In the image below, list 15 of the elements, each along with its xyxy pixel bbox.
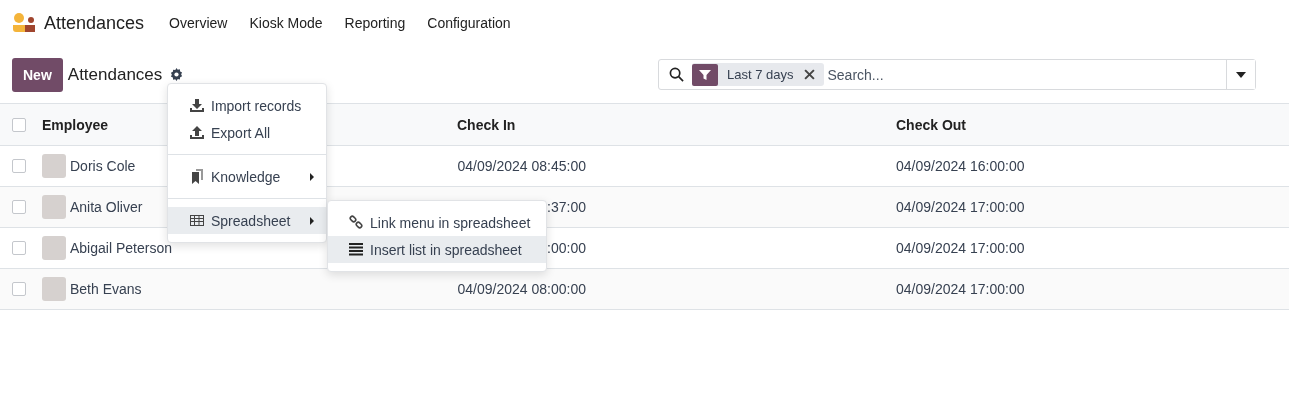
table-cell: 04/09/2024 16:00:00 xyxy=(896,158,1025,174)
table-cell: 04/09/2024 08:45:00 xyxy=(457,158,586,174)
table-cell: 04/09/2024 17:00:00 xyxy=(896,281,1025,297)
breadcrumb-title: Attendances xyxy=(67,64,163,85)
table-cell: 04/09/2024 08:00:00 xyxy=(457,281,586,297)
facet-label: Last 7 days xyxy=(727,67,794,82)
table-cell: 04/09/2024 17:00:00 xyxy=(896,199,1025,215)
app-name: Attendances xyxy=(44,12,145,34)
employee-name: Beth Evans xyxy=(70,281,142,297)
employee-name: Anita Oliver xyxy=(70,199,143,215)
table-cell: 04/09/2024 17:00:00 xyxy=(896,240,1025,256)
employee-name: Abigail Peterson xyxy=(70,240,172,256)
table-cell: :00:00 xyxy=(547,240,586,256)
employee-name: Doris Cole xyxy=(70,158,136,174)
table-cell: :37:00 xyxy=(547,199,586,215)
